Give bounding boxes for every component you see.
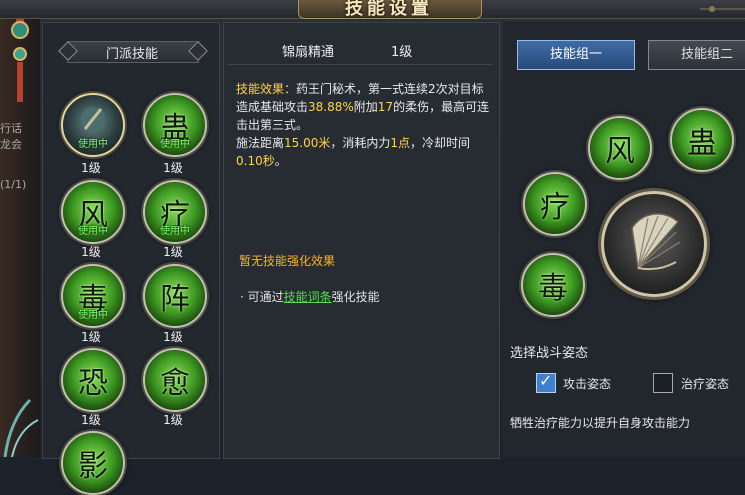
skill-status: 使用中: [160, 226, 190, 237]
skill-affix-link[interactable]: 技能词条: [284, 290, 332, 304]
effect-part: ，冷却时间: [410, 136, 471, 150]
hint-prefix: · 可通过: [240, 290, 284, 304]
school-skills-header: 门派技能: [57, 38, 208, 64]
skill-status: 使用中: [78, 226, 108, 237]
attack-stance-checkbox[interactable]: ✓: [536, 371, 556, 393]
skill-glyph: 蛊: [687, 126, 717, 161]
title-ornament-icon: [700, 6, 745, 12]
skill-status: 使用中: [160, 139, 190, 150]
fan-skill-icon: [81, 107, 105, 131]
group-skill-slot-gu[interactable]: 蛊: [670, 108, 734, 172]
effect-part: 施法距离: [236, 136, 285, 150]
skill-slot-ying[interactable]: 影: [61, 431, 125, 495]
skill-glyph: 愈: [160, 366, 190, 401]
skill-level: 1级: [163, 161, 183, 175]
effect-percent: 38.88%: [308, 100, 354, 114]
skill-glyph: 恐: [78, 366, 108, 401]
tab-skill-group-1[interactable]: 技能组一: [517, 40, 635, 70]
skill-slot-fan-mastery[interactable]: 使用中: [61, 93, 125, 157]
effect-part: 。: [274, 154, 287, 168]
school-skills-title: 门派技能: [105, 47, 158, 62]
skill-detail-level: 1级: [391, 45, 413, 60]
skill-slot-zhen[interactable]: 阵: [143, 264, 207, 328]
skill-level: 1级: [81, 330, 101, 344]
effect-cost: 1点: [390, 136, 411, 150]
left-edge-text-3: (1/1): [0, 178, 27, 191]
window-title: 技能设置: [345, 0, 433, 19]
stance-section-title: 选择战斗姿态: [510, 346, 589, 361]
effect-range: 15.00米: [284, 136, 331, 150]
effect-label: 技能效果：: [236, 82, 297, 96]
skill-glyph: 毒: [538, 271, 568, 306]
left-edge-text-2: 龙会: [0, 138, 22, 151]
effect-damage: 17: [377, 100, 394, 114]
skill-level: 1级: [163, 330, 183, 344]
stance-description: 牺牲治疗能力以提升自身攻击能力: [510, 416, 691, 430]
skill-slot-liao[interactable]: 疗 使用中: [143, 180, 207, 244]
skill-glyph: 风: [605, 134, 635, 169]
skill-glyph: 影: [78, 449, 108, 484]
skill-effect-text: 技能效果：药王门秘术，第一式连续2次对目标造成基础攻击38.88%附加17的柔伤…: [236, 80, 491, 170]
fan-icon: [631, 213, 681, 271]
skill-slot-feng[interactable]: 风 使用中: [61, 180, 125, 244]
skill-slot-gu[interactable]: 蛊 使用中: [143, 93, 207, 157]
skill-slot-du[interactable]: 毒 使用中: [61, 264, 125, 328]
skill-status: 使用中: [78, 310, 108, 321]
left-edge-text-1: 行话: [0, 122, 22, 135]
attack-stance-label: 攻击姿态: [563, 377, 612, 391]
group-skill-slot-liao[interactable]: 疗: [523, 172, 587, 236]
skill-status: 使用中: [78, 139, 108, 150]
divider: [228, 64, 493, 65]
main-attack-skill[interactable]: [601, 191, 707, 297]
plant-decoration: [3, 398, 39, 457]
skill-glyph: 疗: [540, 190, 570, 225]
skill-level: 1级: [163, 245, 183, 259]
heal-stance-checkbox[interactable]: [653, 373, 673, 393]
enhance-status: 暂无技能强化效果: [239, 254, 336, 268]
effect-part: ，消耗内力: [330, 136, 391, 150]
effect-part: 附加: [353, 100, 378, 114]
enhance-hint: · 可通过技能词条强化技能: [240, 288, 380, 305]
skill-glyph: 阵: [160, 282, 190, 317]
group-skill-slot-feng[interactable]: 风: [588, 116, 652, 180]
heal-stance-label: 治疗姿态: [681, 377, 730, 391]
skill-name: 锦扇精通: [282, 45, 335, 60]
skill-level: 1级: [81, 161, 101, 175]
skill-slot-yu[interactable]: 愈: [143, 348, 207, 412]
skill-level: 1级: [81, 413, 101, 427]
effect-cooldown: 0.10秒: [236, 154, 275, 168]
hint-suffix: 强化技能: [331, 290, 380, 304]
skill-level: 1级: [163, 413, 183, 427]
group-skill-slot-du[interactable]: 毒: [521, 253, 585, 317]
check-icon: ✓: [539, 371, 553, 390]
tab-skill-group-2[interactable]: 技能组二: [648, 40, 745, 70]
skill-slot-kong[interactable]: 恐: [61, 348, 125, 412]
skill-level: 1级: [81, 245, 101, 259]
